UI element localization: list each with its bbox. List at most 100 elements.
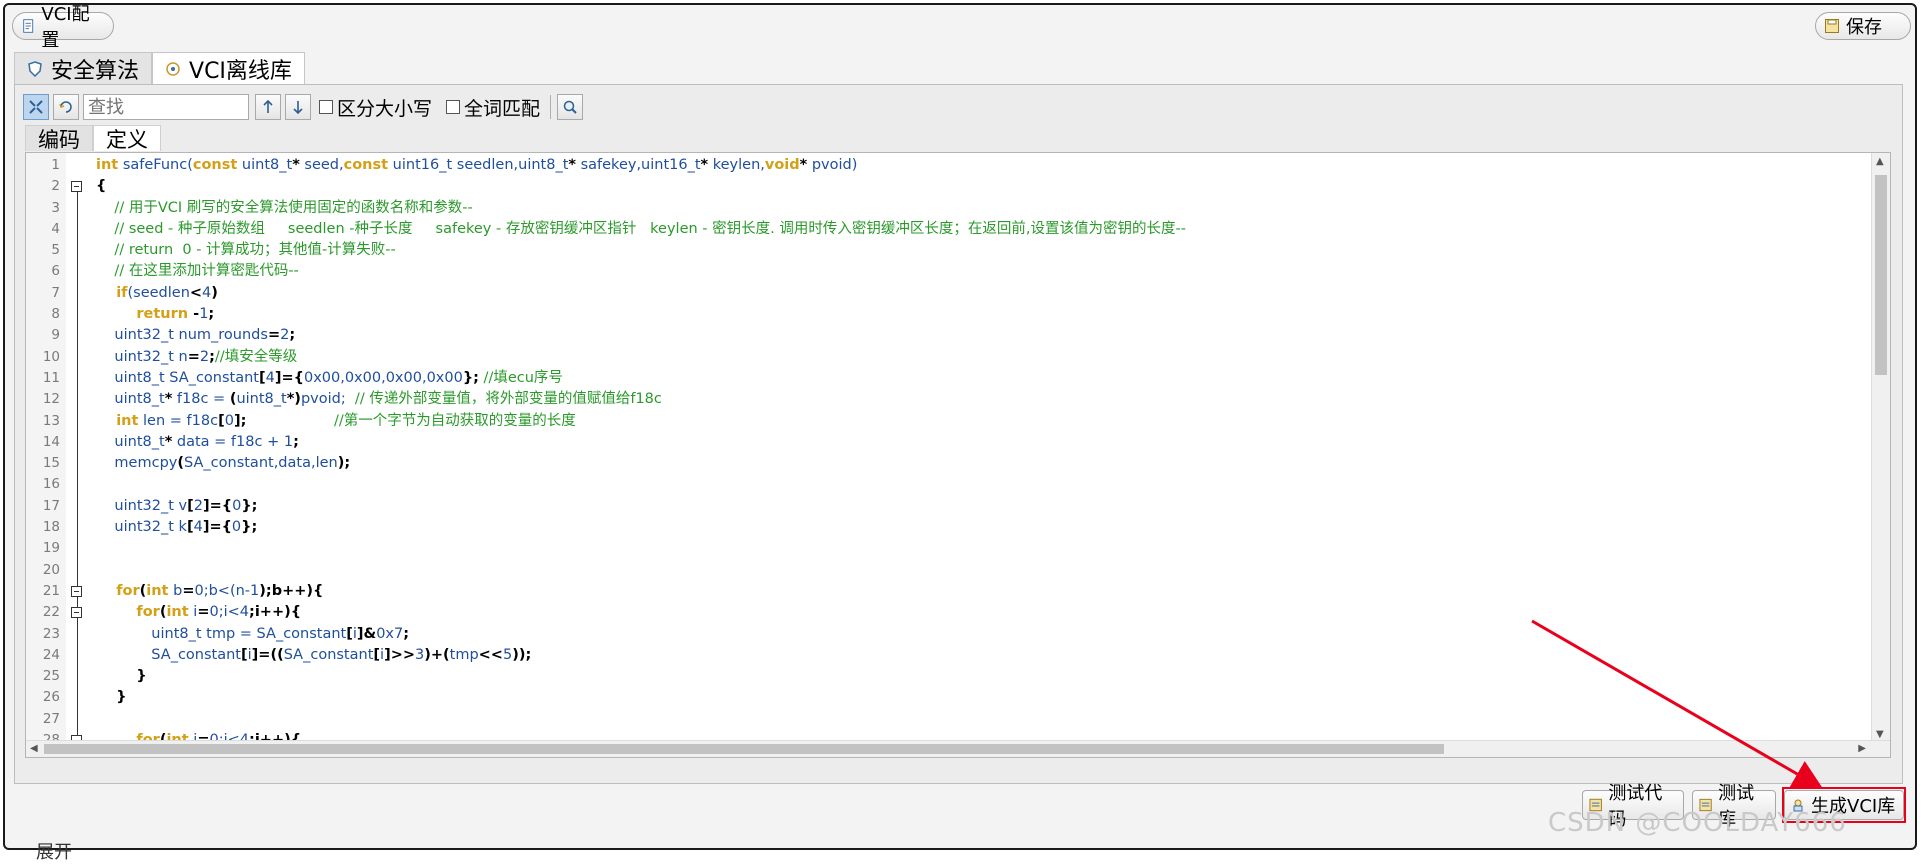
code-token: ]={	[202, 519, 232, 536]
code-text: uint8_t SA_constant[4]={0x00,0x00,0x00,0…	[96, 368, 563, 389]
document-icon	[23, 19, 34, 33]
code-token: 0	[224, 412, 234, 429]
code-text: uint32_t k[4]={0};	[96, 517, 257, 538]
find-previous-button[interactable]	[255, 94, 281, 120]
code-token: return	[96, 306, 189, 323]
code-line: 8 return -1;	[26, 304, 1870, 325]
code-token: len = f18c	[138, 412, 219, 429]
code-token: 4	[239, 604, 250, 621]
code-token: ;b<(n-	[203, 582, 251, 599]
horizontal-scroll-thumb[interactable]	[44, 744, 1444, 754]
expand-label: 展开	[36, 842, 72, 863]
line-number: 20	[42, 561, 60, 578]
vertical-scrollbar[interactable]: ▲ ▼	[1871, 153, 1890, 743]
code-token: *	[292, 157, 300, 173]
code-token: }	[96, 668, 147, 685]
code-line: 25 }	[26, 666, 1870, 687]
code-text: return -1;	[96, 304, 214, 325]
whole-word-checkbox[interactable]: 全词匹配	[446, 94, 540, 121]
code-token: =	[187, 348, 200, 365]
code-token: =	[267, 327, 281, 344]
code-token: };	[241, 519, 258, 536]
line-number: 14	[42, 433, 60, 450]
code-line: 5 // return 0 - 计算成功；其他值-计算失败--	[26, 240, 1870, 261]
code-line: 27	[26, 709, 1870, 730]
match-case-checkbox[interactable]: 区分大小写	[319, 94, 432, 121]
vertical-scroll-thumb[interactable]	[1875, 175, 1887, 375]
code-token: 4	[193, 519, 203, 536]
code-token: for	[96, 582, 140, 599]
code-editor[interactable]: 1 int safeFunc(const uint8_t* seed,const …	[25, 152, 1891, 758]
code-token: SA_constant,data,len	[184, 455, 338, 472]
code-token: const	[192, 157, 238, 173]
line-number: 8	[51, 306, 60, 323]
code-token: int	[146, 582, 169, 599]
horizontal-scrollbar[interactable]: ◀ ▶	[26, 740, 1890, 757]
code-text: int safeFunc(const uint8_t* seed,const u…	[96, 155, 857, 176]
code-token: 4	[202, 284, 212, 301]
checkbox-box[interactable]	[446, 100, 461, 114]
collapse-button[interactable]	[53, 94, 79, 120]
code-text: // 用于VCI 刷写的安全算法使用固定的函数名称和参数--	[96, 198, 472, 219]
tab-vci-offline-library[interactable]: VCI离线库	[152, 52, 305, 84]
tab-label: VCI离线库	[189, 58, 292, 84]
code-token: };	[241, 497, 258, 514]
watermark: CSDN @COOLDAY666	[1548, 808, 1847, 838]
code-token: ]=((	[251, 646, 284, 663]
code-token: 4	[265, 369, 275, 386]
find-button[interactable]	[557, 94, 584, 120]
line-number: 25	[42, 668, 60, 685]
line-number: 23	[42, 625, 60, 642]
code-line: 16	[26, 474, 1870, 495]
code-token: pvoid)	[807, 157, 858, 173]
scroll-left-icon[interactable]: ◀	[30, 743, 38, 754]
scroll-up-icon[interactable]: ▲	[1876, 156, 1884, 167]
find-next-button[interactable]	[285, 94, 311, 120]
code-token: );	[337, 455, 351, 472]
scroll-right-icon[interactable]: ▶	[1858, 743, 1866, 754]
expand-all-button[interactable]	[23, 94, 49, 120]
code-line: 20	[26, 560, 1870, 581]
code-token: ;i++){	[249, 604, 302, 621]
code-token: uint8_t	[236, 391, 287, 408]
code-token: //第一个字节为自动获取的变量的长度	[246, 412, 576, 429]
code-line: 10 uint32_t n=2;//填安全等级	[26, 347, 1870, 368]
code-token: *	[700, 157, 709, 173]
code-token: [	[258, 369, 266, 386]
search-input[interactable]	[83, 94, 249, 120]
code-token: tmp	[449, 646, 479, 663]
line-number: 24	[42, 646, 60, 663]
code-token: ]={	[274, 369, 304, 386]
code-text: uint8_t tmp = SA_constant[i]&0x7;	[96, 624, 409, 645]
line-number: 18	[42, 519, 60, 536]
code-text: int len = f18c[0]; //第一个字节为自动获取的变量的长度	[96, 411, 576, 432]
code-token: 2	[280, 327, 290, 344]
top-bar: VCI配置 保存	[12, 4, 1911, 51]
code-token: 0	[194, 582, 204, 599]
scroll-down-icon[interactable]: ▼	[1876, 729, 1884, 740]
magnifier-icon	[563, 100, 577, 114]
save-button[interactable]: 保存	[1815, 12, 1911, 40]
tab-security-algorithm[interactable]: 安全算法	[14, 52, 153, 84]
line-number: 2	[51, 178, 60, 195]
line-number: 11	[42, 369, 60, 386]
subtab-code[interactable]: 编码	[25, 125, 93, 152]
code-text: memcpy(SA_constant,data,len);	[96, 453, 350, 474]
code-token: uint32_t k	[96, 519, 187, 536]
code-token: int	[96, 412, 139, 429]
line-number: 21	[42, 582, 60, 599]
line-number: 4	[51, 220, 60, 237]
vci-config-button[interactable]: VCI配置	[12, 4, 114, 51]
code-token: ]&	[356, 625, 377, 642]
code-token: 0x7	[376, 625, 404, 642]
code-token: SA_constant	[96, 646, 241, 663]
code-text: // 在这里添加计算密匙代码--	[96, 261, 298, 282]
checkbox-box[interactable]	[319, 100, 333, 114]
code-line: 13 int len = f18c[0]; //第一个字节为自动获取的变量的长度	[26, 411, 1870, 432]
code-token: void	[764, 157, 800, 173]
code-token: ;i<	[218, 604, 240, 621]
code-token: int	[96, 157, 119, 173]
code-token: uint16_t seedlen,uint8_t	[388, 157, 569, 173]
subtab-definition[interactable]: 定义	[93, 125, 161, 152]
code-line: 9 uint32_t num_rounds=2;	[26, 325, 1870, 346]
